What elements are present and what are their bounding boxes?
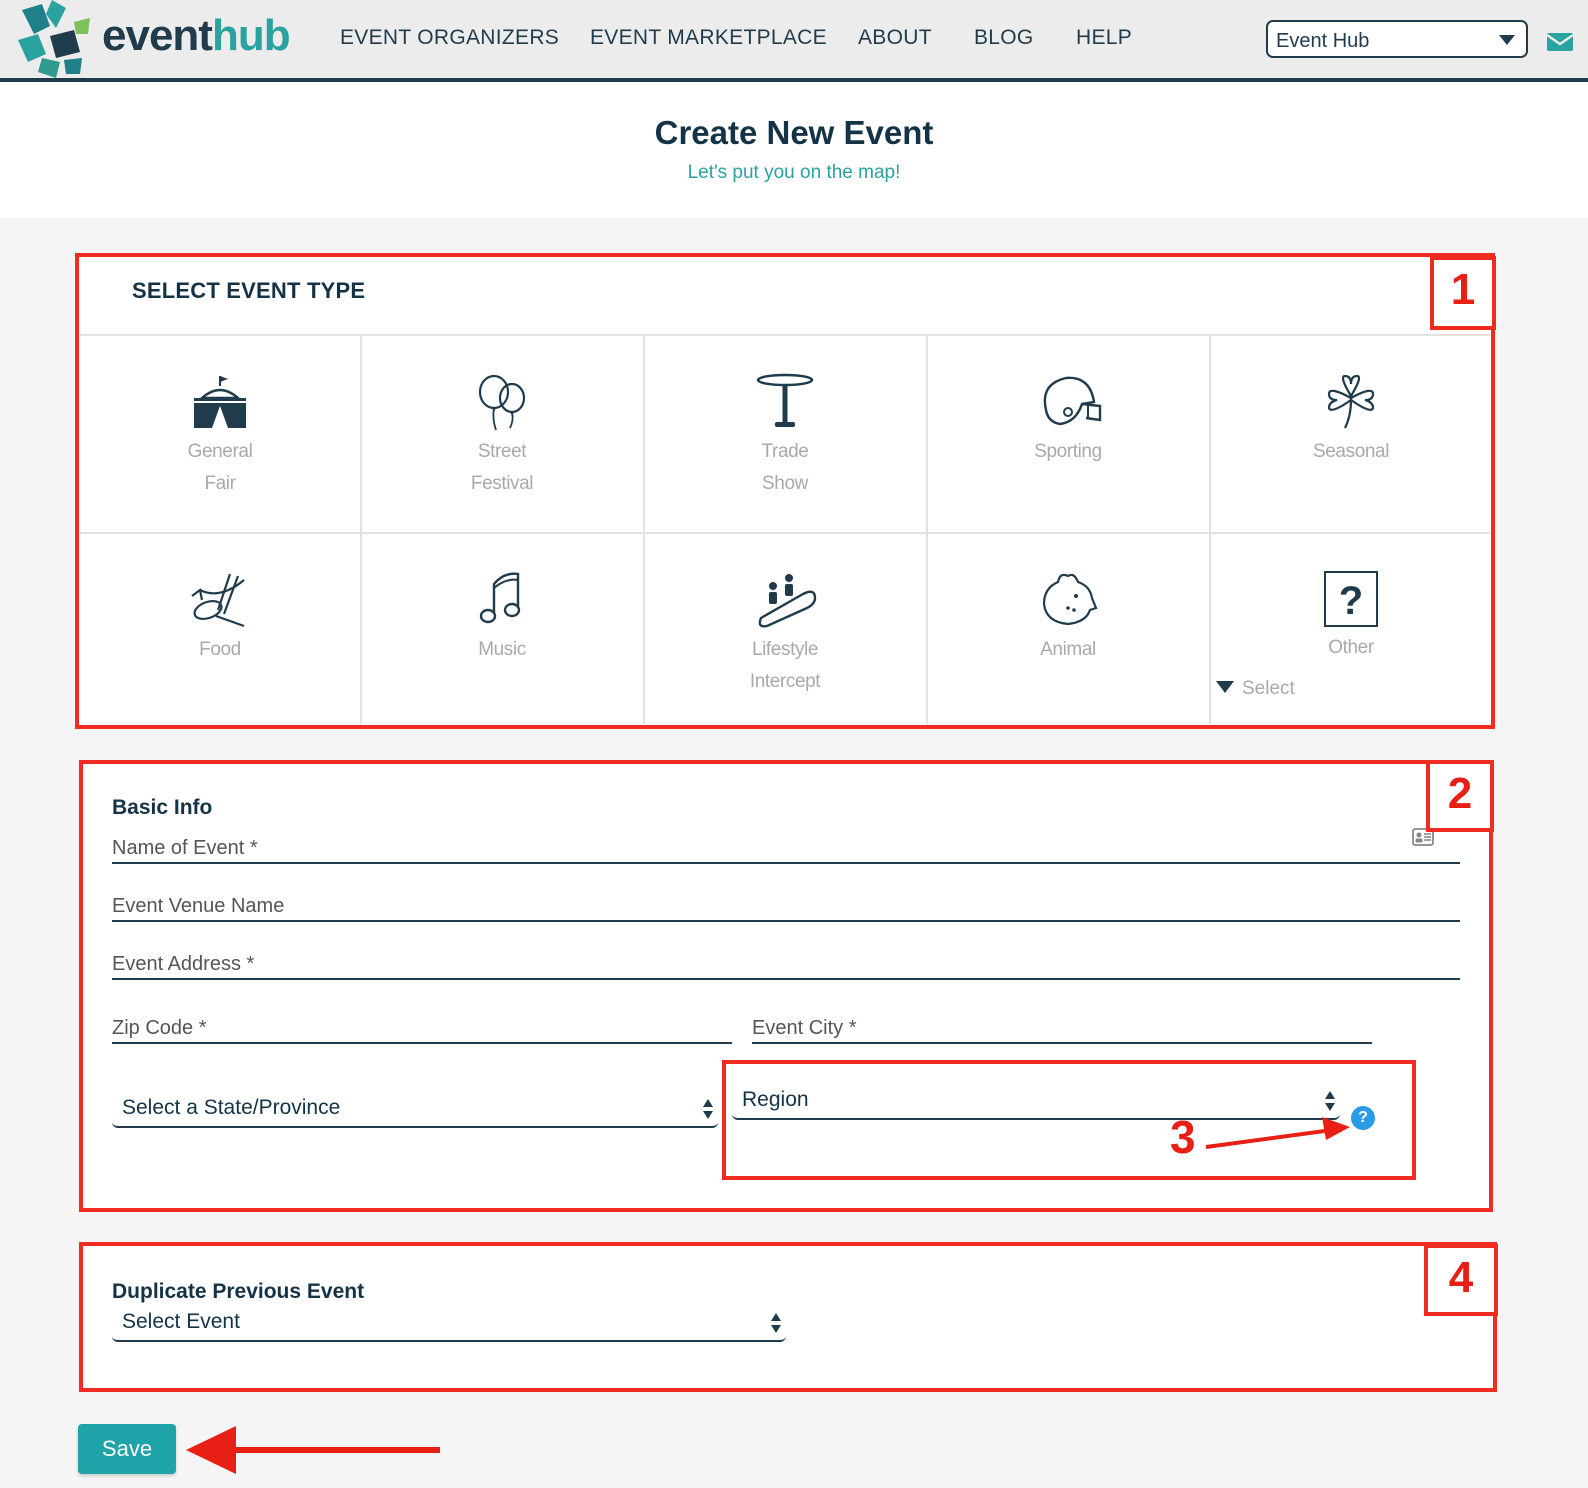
pig-icon: [1042, 573, 1098, 626]
event-type-general-fair[interactable]: General Fair: [80, 336, 360, 528]
sort-arrows-icon: [771, 1313, 781, 1333]
annotation-badge-2: 2: [1426, 760, 1494, 832]
event-type-sporting[interactable]: Sporting: [928, 336, 1208, 528]
event-type-label: Other: [1328, 637, 1374, 658]
event-name-input[interactable]: [112, 834, 1460, 862]
help-icon[interactable]: ?: [1351, 1106, 1375, 1130]
event-type-label: General Fair: [187, 441, 253, 494]
shamrock-icon: [1327, 374, 1375, 429]
event-name-field[interactable]: [112, 834, 1460, 864]
zip-code-input[interactable]: [112, 1014, 732, 1042]
nav-help[interactable]: HELP: [1076, 26, 1132, 50]
table-icon: [756, 373, 814, 427]
event-type-label: Street Festival: [470, 441, 534, 494]
event-type-music[interactable]: Music: [362, 534, 642, 726]
annotation-label-3: 3: [1170, 1111, 1196, 1163]
event-type-trade-show[interactable]: Trade Show: [645, 336, 925, 528]
logo-wordmark: eventhub: [102, 11, 291, 60]
event-type-animal[interactable]: Animal: [928, 534, 1208, 726]
event-type-heading: SELECT EVENT TYPE: [132, 278, 366, 303]
event-city-input[interactable]: [752, 1014, 1372, 1042]
page-title: Create New Event: [654, 114, 934, 151]
event-address-field[interactable]: [112, 950, 1460, 980]
other-type-select-label: Select: [1242, 678, 1295, 699]
duplicate-event-select-value: Select Event: [122, 1310, 240, 1333]
event-type-seasonal[interactable]: Seasonal: [1211, 336, 1491, 528]
annotation-badge-1: 1: [1430, 256, 1496, 330]
save-button[interactable]: Save: [78, 1424, 176, 1474]
arrow-save-icon: [186, 1426, 440, 1474]
svg-text:?: ?: [1339, 579, 1363, 623]
event-type-label: Food: [199, 639, 241, 660]
annotation-badge-4: 4: [1424, 1244, 1498, 1316]
organization-select-value: Event Hub: [1276, 30, 1370, 52]
event-type-label: Trade Show: [761, 441, 809, 494]
event-city-field[interactable]: [752, 1014, 1372, 1044]
duplicate-event-select[interactable]: Select Event: [112, 1310, 786, 1342]
nav-event-marketplace[interactable]: EVENT MARKETPLACE: [590, 26, 827, 50]
basic-info-heading: Basic Info: [112, 796, 213, 819]
sort-arrows-icon: [1325, 1091, 1335, 1111]
escalator-icon: [758, 574, 817, 628]
nav-about[interactable]: ABOUT: [858, 26, 932, 50]
question-icon: ?: [1324, 571, 1378, 627]
event-type-label: Animal: [1040, 639, 1096, 660]
triangle-down-icon: [1216, 680, 1234, 693]
basic-info-card: [82, 762, 1490, 1208]
event-address-input[interactable]: [112, 950, 1460, 978]
event-type-label: Lifestyle Intercept: [749, 639, 821, 692]
event-type-label: Seasonal: [1312, 441, 1390, 462]
page-subtitle: Let's put you on the map!: [687, 162, 901, 183]
food-icon: [191, 573, 245, 628]
top-navbar: eventhub EVENT ORGANIZERS EVENT MARKETPL…: [0, 0, 1588, 82]
zip-code-field[interactable]: [112, 1014, 732, 1044]
region-select-value: Region: [742, 1088, 809, 1111]
state-province-select[interactable]: Select a State/Province: [112, 1096, 718, 1128]
organization-select[interactable]: Event Hub: [1266, 20, 1528, 58]
nav-event-organizers[interactable]: EVENT ORGANIZERS: [340, 26, 559, 50]
balloons-icon: [478, 374, 526, 431]
mail-icon[interactable]: [1546, 30, 1574, 52]
state-province-select-value: Select a State/Province: [122, 1096, 341, 1119]
page-hero: Create New Event Let's put you on the ma…: [0, 82, 1588, 218]
football-helmet-icon: [1043, 376, 1102, 426]
other-type-select[interactable]: Select: [1216, 678, 1295, 700]
event-type-label: Sporting: [1034, 441, 1102, 462]
venue-name-field[interactable]: [112, 892, 1460, 922]
tent-icon: [194, 376, 246, 428]
venue-name-input[interactable]: [112, 892, 1460, 920]
event-type-food[interactable]: Food: [80, 534, 360, 726]
duplicate-event-heading: Duplicate Previous Event: [112, 1280, 365, 1303]
nav-blog[interactable]: BLOG: [974, 26, 1034, 50]
eventhub-logo[interactable]: eventhub: [16, 0, 291, 78]
music-note-icon: [479, 572, 521, 624]
region-select[interactable]: Region: [732, 1088, 1340, 1120]
logo-mark-icon: [18, 0, 90, 78]
event-type-street-festival[interactable]: Street Festival: [362, 336, 642, 528]
sort-arrows-icon: [703, 1099, 713, 1119]
event-type-lifestyle-intercept[interactable]: Lifestyle Intercept: [645, 534, 925, 726]
event-type-label: Music: [478, 639, 526, 660]
chevron-down-icon: [1499, 35, 1515, 45]
